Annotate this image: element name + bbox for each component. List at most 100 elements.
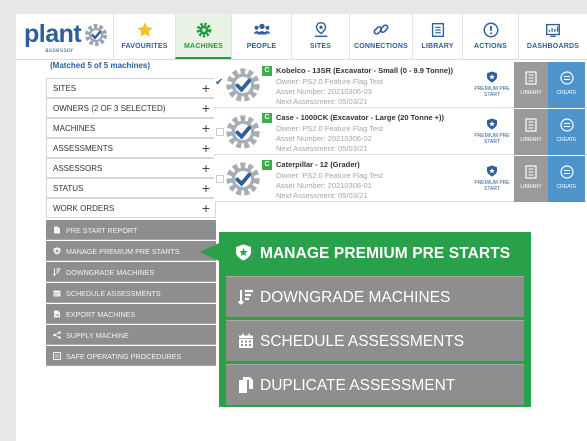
machine-owner: Owner: PS2.0 Feature Flag Test (276, 124, 383, 133)
library-label: LIBRARY (520, 90, 542, 96)
row-checkbox[interactable] (216, 175, 224, 183)
action-label: PRE START REPORT (66, 226, 138, 235)
callout-item-label: DUPLICATE ASSESSMENT (260, 377, 456, 394)
supply-machine-button[interactable]: SUPPLY MACHINE (46, 325, 216, 345)
library-icon (431, 23, 444, 37)
action-label: SAFE OPERATING PROCEDURES (66, 352, 182, 361)
callout-header-manage-premium-pre-starts[interactable]: MANAGE PREMIUM PRE STARTS (225, 239, 525, 267)
logo-tagline: assessor (45, 47, 74, 54)
machine-next-assessment: Next Assessment: 05/03/21 (276, 191, 368, 200)
export-icon (54, 310, 60, 318)
filter-sites[interactable]: SITES + (46, 78, 216, 98)
premium-pre-start-button[interactable]: PREMIUM PRE START (472, 158, 512, 200)
plus-icon[interactable]: + (202, 120, 210, 136)
tab-label: DASHBOARDS (526, 43, 580, 50)
shield-star-icon (487, 118, 497, 130)
library-icon (525, 118, 537, 132)
create-icon (559, 71, 574, 85)
filter-machines[interactable]: MACHINES + (46, 118, 216, 138)
tab-people[interactable]: PEOPLE (231, 14, 291, 59)
filter-assessors[interactable]: ASSESSORS + (46, 158, 216, 178)
alert-icon (483, 22, 498, 38)
shield-star-icon (53, 247, 61, 255)
machine-asset-number: Asset Number: 20210306-03 (276, 87, 372, 96)
manage-premium-pre-starts-button[interactable]: MANAGE PREMIUM PRE STARTS (46, 241, 216, 261)
plus-icon[interactable]: + (202, 80, 210, 96)
zoomed-menu-callout: MANAGE PREMIUM PRE STARTS DOWNGRADE MACH… (219, 232, 531, 407)
tab-label: FAVOURITES (121, 43, 168, 50)
premium-label: PREMIUM PRE START (474, 86, 510, 98)
callout-duplicate-assessment-button[interactable]: DUPLICATE ASSESSMENT (226, 364, 524, 405)
tab-machines[interactable]: MACHINES (175, 14, 231, 59)
safe-operating-procedures-button[interactable]: SAFE OPERATING PROCEDURES (46, 346, 216, 366)
callout-schedule-assessments-button[interactable]: SCHEDULE ASSESSMENTS (226, 320, 524, 361)
callout-downgrade-machines-button[interactable]: DOWNGRADE MACHINES (226, 276, 524, 317)
action-label: MANAGE PREMIUM PRE STARTS (66, 247, 180, 256)
machine-title[interactable]: Caterpillar - 12 (Grader) (276, 160, 360, 169)
plus-icon[interactable]: + (202, 100, 210, 116)
create-icon (559, 118, 574, 132)
tab-label: ACTIONS (474, 43, 507, 50)
filter-status[interactable]: STATUS + (46, 178, 216, 198)
calendar-icon (239, 333, 253, 348)
filter-assessments[interactable]: ASSESSMENTS + (46, 138, 216, 158)
tab-sites[interactable]: SITES (291, 14, 349, 59)
machine-gear-icon (226, 115, 260, 149)
tab-dashboards[interactable]: DASHBOARDS (518, 14, 587, 59)
tab-label: PEOPLE (246, 43, 277, 50)
create-button[interactable]: CREATE (548, 156, 585, 202)
export-machines-button[interactable]: EXPORT MACHINES (46, 304, 216, 324)
action-label: SUPPLY MACHINE (66, 331, 129, 340)
library-button[interactable]: LIBRARY (514, 109, 548, 155)
machine-gear-icon (226, 162, 260, 196)
downgrade-icon (53, 268, 61, 276)
machine-row[interactable]: C Caterpillar - 12 (Grader) Owner: PS2.0… (214, 156, 587, 202)
machine-title[interactable]: Kobelco - 13SR (Excavator - Small (0 - 9… (276, 66, 453, 75)
plus-icon[interactable]: + (202, 160, 210, 176)
logo-wordmark: plant (24, 20, 82, 48)
filter-label: ASSESSMENTS (53, 144, 114, 153)
library-label: LIBRARY (520, 184, 542, 190)
status-badge: C (262, 160, 272, 170)
pre-start-report-button[interactable]: PRE START REPORT (46, 220, 216, 240)
create-label: CREATE (556, 137, 577, 143)
create-label: CREATE (556, 184, 577, 190)
downgrade-icon (238, 289, 253, 305)
machine-next-assessment: Next Assessment: 05/03/21 (276, 97, 368, 106)
library-button[interactable]: LIBRARY (514, 62, 548, 108)
machine-gear-icon (226, 68, 260, 102)
downgrade-machines-button[interactable]: DOWNGRADE MACHINES (46, 262, 216, 282)
selected-check-icon[interactable]: ✔ (215, 77, 223, 88)
premium-pre-start-button[interactable]: PREMIUM PRE START (472, 111, 512, 153)
filter-owners[interactable]: OWNERS (2 OF 3 SELECTED) + (46, 98, 216, 118)
copy-icon (239, 377, 253, 393)
callout-item-label: SCHEDULE ASSESSMENTS (260, 333, 465, 350)
row-checkbox[interactable] (216, 128, 224, 136)
machine-asset-number: Asset Number: 20210306-02 (276, 134, 372, 143)
document-icon (54, 226, 60, 234)
status-badge: C (262, 66, 272, 76)
plant-assessor-logo[interactable]: plant assessor (24, 20, 108, 54)
tab-favourites[interactable]: FAVOURITES (113, 14, 175, 59)
machine-owner: Owner: PS2.0 Feature Flag Test (276, 171, 383, 180)
tab-actions[interactable]: ACTIONS (462, 14, 518, 59)
shield-star-icon (235, 244, 252, 261)
machine-row[interactable]: C Case - 1000CK (Excavator - Large (20 T… (214, 109, 587, 155)
tab-library[interactable]: LIBRARY (412, 14, 462, 59)
map-pin-icon (314, 22, 327, 38)
create-button[interactable]: CREATE (548, 62, 585, 108)
logo-gear-icon (85, 24, 108, 46)
schedule-assessments-button[interactable]: SCHEDULE ASSESSMENTS (46, 283, 216, 303)
premium-label: PREMIUM PRE START (474, 133, 510, 145)
library-button[interactable]: LIBRARY (514, 156, 548, 202)
machine-row[interactable]: ✔ C Kobelco - 13SR (Excavator - Small (0… (214, 62, 587, 108)
filter-work-orders[interactable]: WORK ORDERS + (46, 198, 216, 218)
plus-icon[interactable]: + (202, 180, 210, 196)
create-button[interactable]: CREATE (548, 109, 585, 155)
plus-icon[interactable]: + (202, 140, 210, 156)
tab-connections[interactable]: CONNECTIONS (349, 14, 412, 59)
machine-title[interactable]: Case - 1000CK (Excavator - Large (20 Ton… (276, 113, 444, 122)
people-icon (252, 23, 271, 35)
premium-pre-start-button[interactable]: PREMIUM PRE START (472, 64, 512, 106)
plus-icon[interactable]: + (202, 200, 210, 216)
